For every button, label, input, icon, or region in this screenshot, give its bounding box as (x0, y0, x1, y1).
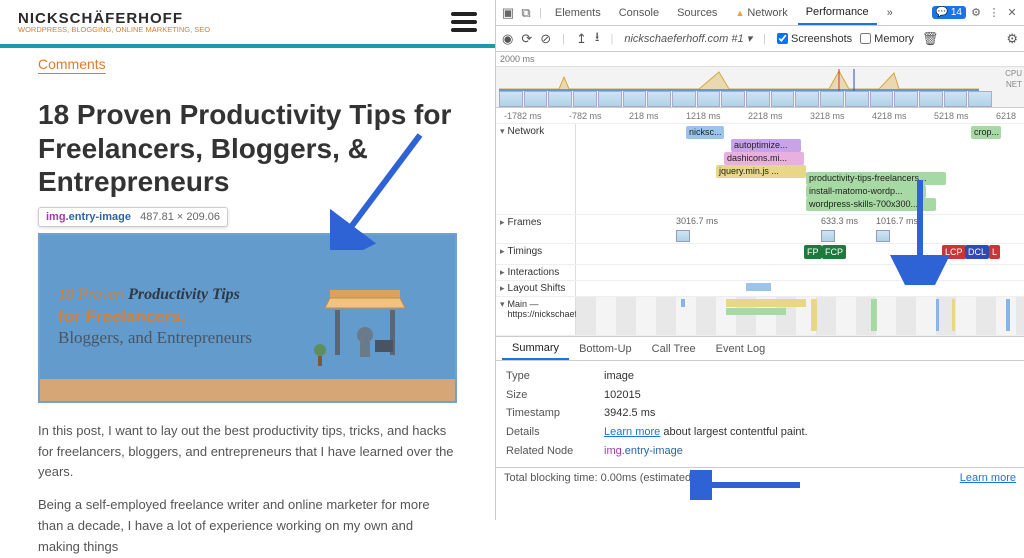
network-request[interactable]: crop... (971, 126, 1001, 139)
network-request[interactable]: productivity-tips-freelancers... (806, 172, 946, 185)
timings-track[interactable]: Timings FPFCPLCPDCLL (496, 244, 1024, 265)
frame-duration: 633.3 ms (821, 216, 858, 226)
summary-tab-bottomup[interactable]: Bottom-Up (569, 337, 642, 360)
element-tooltip: img.entry-image 487.81 × 209.06 (38, 207, 228, 227)
performance-toolbar: ◉ ⟳ ⊘ | ↥ ⭳ | nickschaeferhoff.com #1 ▾ … (496, 26, 1024, 52)
learn-more-link[interactable]: Learn more (604, 426, 660, 438)
summary-tab-eventlog[interactable]: Event Log (706, 337, 776, 360)
timing-marker-dcl[interactable]: DCL (965, 245, 989, 259)
timing-marker-fcp[interactable]: FCP (822, 245, 846, 259)
summary-tab-bar: Summary Bottom-Up Call Tree Event Log (496, 337, 1024, 361)
menu-icon[interactable] (451, 12, 477, 32)
frame-duration: 1016.7 ms (876, 216, 918, 226)
network-track[interactable]: Network nicksc...autoptimize...dashicons… (496, 124, 1024, 215)
summary-panel: Summary Bottom-Up Call Tree Event Log Ty… (496, 336, 1024, 520)
timing-marker-l[interactable]: L (989, 245, 1000, 259)
cpu-graph (499, 69, 979, 91)
network-request[interactable]: wordpress-skills-700x300... (806, 198, 936, 211)
article-content: Comments 18 Proven Productivity Tips for… (0, 48, 495, 558)
paragraph: In this post, I want to lay out the best… (38, 421, 457, 483)
device-toggle-icon[interactable]: ⧉ (518, 5, 534, 21)
overview-labels: CPUNET (1005, 68, 1022, 90)
article-title: 18 Proven Productivity Tips for Freelanc… (38, 98, 457, 199)
upload-icon[interactable]: ↥ (576, 31, 587, 47)
status-bar: Total blocking time: 0.00ms (estimated) … (496, 467, 1024, 488)
summary-tab-calltree[interactable]: Call Tree (642, 337, 706, 360)
logo-block[interactable]: NICKSCHÄFERHOFF WORDPRESS, BLOGGING, ONL… (18, 10, 210, 34)
tab-more[interactable]: » (879, 0, 901, 25)
summary-body: Typeimage Size102015 Timestamp3942.5 ms … (496, 361, 1024, 467)
entry-image[interactable]: 18 Proven Productivity Tips for Freelanc… (38, 233, 457, 403)
flame-chart[interactable] (576, 299, 1016, 331)
settings-icon[interactable]: ⚙ (968, 6, 984, 19)
trash-icon[interactable]: 🗑 (922, 31, 939, 47)
network-request[interactable]: nicksc... (686, 126, 724, 139)
overview-filmstrip (499, 91, 992, 107)
timing-marker-lcp[interactable]: LCP (942, 245, 966, 259)
recording-selector[interactable]: nickschaeferhoff.com #1 ▾ (624, 32, 752, 45)
main-track[interactable]: Main — https://nickschaeferhoff.com/ (496, 297, 1024, 336)
frame-thumbnail[interactable] (676, 230, 690, 242)
more-icon[interactable]: ⋮ (986, 6, 1002, 19)
network-request[interactable]: dashicons.mi... (724, 152, 804, 165)
timing-marker-fp[interactable]: FP (804, 245, 822, 259)
interactions-track[interactable]: Interactions (496, 265, 1024, 281)
overview-ruler: 2000 ms (496, 52, 1024, 67)
frame-duration: 3016.7 ms (676, 216, 718, 226)
devtools-tab-bar: ▣ ⧉ | Elements Console Sources Network P… (496, 0, 1024, 26)
logo-subtitle: WORDPRESS, BLOGGING, ONLINE MARKETING, S… (18, 25, 210, 34)
related-node-link[interactable]: img.entry-image (604, 442, 683, 462)
close-icon[interactable]: ✕ (1004, 6, 1020, 19)
tab-network[interactable]: Network (727, 0, 795, 25)
overview-pane[interactable]: 2000 ms CPUNET (496, 52, 1024, 108)
reload-icon[interactable]: ⟳ (521, 31, 532, 47)
clear-icon[interactable]: ⊘ (540, 31, 551, 47)
tab-sources[interactable]: Sources (669, 0, 725, 25)
blocking-time: Total blocking time: 0.00ms (estimated) (504, 472, 695, 484)
paragraph: Being a self-employed freelance writer a… (38, 495, 457, 557)
download-icon[interactable]: ⭳ (595, 28, 600, 50)
inspect-icon[interactable]: ▣ (500, 5, 516, 21)
network-request[interactable]: autoptimize... (731, 139, 801, 152)
layout-shifts-track[interactable]: Layout Shifts (496, 281, 1024, 297)
comments-link[interactable]: Comments (38, 56, 106, 72)
frames-track[interactable]: Frames 3016.7 ms633.3 ms1016.7 ms (496, 215, 1024, 244)
frame-thumbnail[interactable] (821, 230, 835, 242)
record-icon[interactable]: ◉ (502, 31, 513, 47)
capture-settings-icon[interactable]: ⚙ (1006, 31, 1018, 47)
website-pane: NICKSCHÄFERHOFF WORDPRESS, BLOGGING, ONL… (0, 0, 495, 520)
status-learn-more[interactable]: Learn more (960, 472, 1016, 484)
network-request[interactable]: jquery.min.js ... (716, 165, 806, 178)
site-header: NICKSCHÄFERHOFF WORDPRESS, BLOGGING, ONL… (0, 0, 495, 38)
summary-tab-summary[interactable]: Summary (502, 337, 569, 360)
summary-timestamp: 3942.5 ms (604, 404, 655, 423)
memory-checkbox[interactable]: Memory (860, 33, 914, 45)
detail-ruler[interactable]: -1782 ms-782 ms218 ms1218 ms2218 ms3218 … (496, 108, 1024, 124)
network-request[interactable]: install-matomo-wordp... (806, 185, 926, 198)
tab-console[interactable]: Console (611, 0, 667, 25)
summary-type: image (604, 367, 634, 386)
tab-elements[interactable]: Elements (547, 0, 609, 25)
devtools-pane: ▣ ⧉ | Elements Console Sources Network P… (495, 0, 1024, 520)
summary-size: 102015 (604, 386, 641, 405)
screenshots-checkbox[interactable]: Screenshots (777, 33, 852, 45)
messages-badge[interactable]: 💬 14 (932, 6, 966, 19)
frame-thumbnail[interactable] (876, 230, 890, 242)
hero-illustration (305, 280, 425, 380)
tab-performance[interactable]: Performance (798, 0, 877, 25)
